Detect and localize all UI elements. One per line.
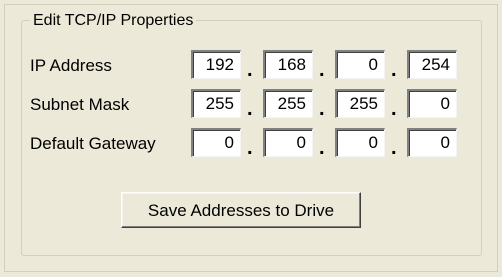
- subnet-mask-dot-1: .: [247, 98, 253, 120]
- ip-address-octet-3[interactable]: 0: [335, 50, 385, 79]
- subnet-mask-dot-3: .: [391, 98, 397, 120]
- save-addresses-button[interactable]: Save Addresses to Drive: [121, 192, 361, 228]
- default-gateway-dot-3: .: [391, 137, 397, 159]
- default-gateway-octet-2[interactable]: 0: [263, 128, 313, 157]
- ip-address-dot-3: .: [391, 59, 397, 81]
- ip-address-dot-2: .: [319, 59, 325, 81]
- ip-address-label: IP Address: [30, 56, 112, 75]
- subnet-mask-octet-1[interactable]: 255: [191, 89, 241, 118]
- default-gateway-octet-4[interactable]: 0: [407, 128, 457, 157]
- ip-address-dot-1: .: [247, 59, 253, 81]
- subnet-mask-dot-2: .: [319, 98, 325, 120]
- default-gateway-dot-2: .: [319, 137, 325, 159]
- subnet-mask-octet-3[interactable]: 255: [335, 89, 385, 118]
- default-gateway-octet-1[interactable]: 0: [191, 128, 241, 157]
- ip-address-octet-2[interactable]: 168: [263, 50, 313, 79]
- subnet-mask-label: Subnet Mask: [30, 95, 130, 114]
- ip-address-octet-1[interactable]: 192: [191, 50, 241, 79]
- default-gateway-label: Default Gateway: [30, 134, 156, 153]
- subnet-mask-octet-4[interactable]: 0: [407, 89, 457, 118]
- default-gateway-octet-3[interactable]: 0: [335, 128, 385, 157]
- default-gateway-dot-1: .: [247, 137, 253, 159]
- groupbox-title: Edit TCP/IP Properties: [30, 11, 197, 31]
- ip-address-octet-4[interactable]: 254: [407, 50, 457, 79]
- subnet-mask-octet-2[interactable]: 255: [263, 89, 313, 118]
